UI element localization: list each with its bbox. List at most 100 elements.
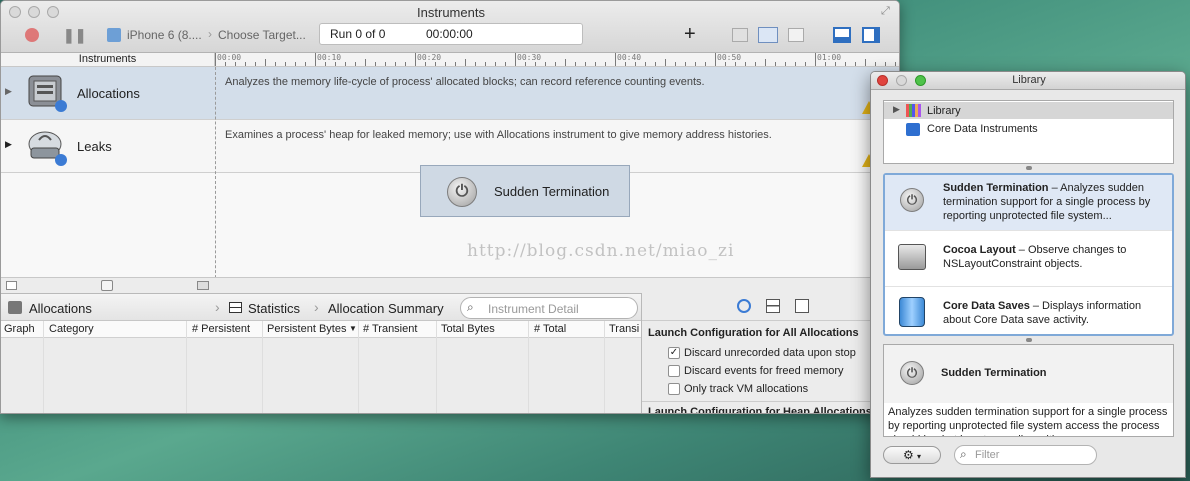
timeline-ruler[interactable]: 00:00 00:10 00:20 00:30 00:40 00:50 01:00 — [215, 53, 899, 67]
detail-view-icon[interactable] — [788, 28, 804, 42]
ruler-tick — [465, 59, 466, 66]
splitter-handle[interactable] — [1026, 338, 1032, 342]
disclosure-triangle-icon[interactable]: ▶ — [893, 104, 900, 115]
statistics-table-header: Graph Category # Persistent Persistent B… — [1, 321, 641, 338]
track-scale-slider[interactable] — [101, 280, 113, 291]
ruler-tick — [795, 62, 796, 66]
ruler-tick — [485, 62, 486, 66]
column-persistent-bytes[interactable]: Persistent Bytes — [267, 323, 346, 335]
column-graph[interactable]: Graph — [4, 323, 35, 335]
instrument-detail: ⏻ Sudden Termination Analyzes sudden ter… — [883, 344, 1174, 437]
target-selector[interactable]: Choose Target... — [218, 28, 306, 42]
column-total-bytes[interactable]: Total Bytes — [441, 323, 495, 335]
ruler-tick — [395, 62, 396, 66]
list-view-icon[interactable] — [758, 27, 778, 43]
option-checkbox[interactable]: ✓ — [668, 347, 680, 359]
column-transient[interactable]: # Transient — [363, 323, 417, 335]
disclosure-triangle-icon[interactable]: ▶ — [5, 139, 12, 150]
config-section-title: Launch Configuration for All Allocations — [648, 327, 859, 339]
graph-style-icon[interactable] — [6, 281, 17, 290]
gear-menu-button[interactable]: ⚙ ▾ — [883, 446, 941, 464]
record-button[interactable] — [25, 28, 39, 42]
path-view[interactable]: Statistics — [248, 301, 300, 316]
divider — [642, 401, 899, 402]
ruler-tick — [735, 62, 736, 66]
ruler-tick — [215, 53, 216, 66]
drag-placeholder[interactable]: ⏻ Sudden Termination — [420, 165, 630, 217]
path-chevron-icon: › — [314, 299, 319, 315]
ruler-tick — [445, 62, 446, 66]
ruler-tick-label: 00:10 — [317, 53, 342, 62]
path-summary[interactable]: Allocation Summary — [328, 301, 444, 316]
library-tree: ▶ Library Core Data Instruments — [883, 100, 1174, 164]
option-checkbox[interactable] — [668, 383, 680, 395]
column-persistent[interactable]: # Persistent — [192, 323, 250, 335]
ruler-tick — [515, 53, 516, 66]
ruler-tick — [335, 62, 336, 66]
path-instrument[interactable]: Allocations — [29, 301, 92, 316]
library-window: Library ▶ Library Core Data Instruments … — [870, 71, 1186, 478]
column-total[interactable]: # Total — [534, 323, 566, 335]
elapsed-time: 00:00:00 — [426, 27, 473, 41]
ruler-tick — [885, 62, 886, 66]
cocoa-layout-icon — [898, 244, 926, 270]
ruler-tick — [265, 59, 266, 66]
view-mode-icon[interactable] — [732, 28, 748, 42]
ruler-tick — [865, 59, 866, 66]
instrument-detail-search[interactable]: ⌕ Instrument Detail — [460, 297, 638, 319]
track-controls-strip — [1, 277, 899, 293]
detail-path-bar: Allocations › Statistics › Allocation Su… — [1, 293, 641, 321]
ruler-tick — [495, 62, 496, 66]
gear-icon: ⚙ — [902, 448, 914, 462]
column-divider — [186, 321, 187, 413]
path-chevron-icon: › — [208, 27, 212, 41]
path-chevron-icon: › — [215, 299, 220, 315]
tree-label: Library — [927, 105, 961, 117]
display-settings-icon[interactable] — [766, 299, 780, 313]
ruler-tick — [375, 62, 376, 66]
library-item-cocoa-layout[interactable]: Cocoa Layout – Observe changes to NSLayo… — [885, 231, 1172, 287]
config-section-title: Launch Configuration for Heap Allocation… — [648, 406, 872, 414]
ruler-tick — [695, 62, 696, 66]
ruler-tick — [505, 62, 506, 66]
extended-detail-icon[interactable] — [795, 299, 809, 313]
ruler-tick — [295, 62, 296, 66]
instrument-name: Leaks — [77, 139, 112, 154]
toggle-bottom-panel-icon[interactable] — [833, 27, 851, 43]
ruler-tick — [235, 62, 236, 66]
power-icon: ⏻ — [900, 361, 924, 385]
column-category[interactable]: Category — [49, 323, 94, 335]
column-transient-bytes[interactable]: Transi — [609, 323, 639, 335]
add-instrument-button[interactable]: + — [684, 23, 696, 46]
tree-item-library[interactable]: ▶ Library — [884, 102, 1173, 119]
option-checkbox[interactable] — [668, 365, 680, 377]
track-resize-icon[interactable] — [197, 281, 209, 290]
instruments-window: Instruments ⤢ ❚❚ iPhone 6 (8.... › Choos… — [0, 0, 900, 414]
library-title-bar: Library — [871, 72, 1185, 90]
library-item-text: Sudden Termination – Analyzes sudden ter… — [943, 181, 1169, 223]
ruler-tick-label: 00:20 — [417, 53, 442, 62]
library-title: Library — [1012, 74, 1046, 86]
window-title: Instruments — [417, 5, 485, 20]
ruler-tick — [855, 62, 856, 66]
library-filter-search[interactable]: ⌕ Filter — [954, 445, 1097, 465]
record-settings-icon[interactable] — [737, 299, 751, 313]
ruler-tick — [475, 62, 476, 66]
pause-button[interactable]: ❚❚ — [63, 27, 86, 44]
ruler-tick — [835, 62, 836, 66]
fullscreen-icon[interactable]: ⤢ — [881, 5, 890, 18]
ruler-tick — [845, 62, 846, 66]
column-divider — [528, 321, 529, 413]
ruler-tick — [775, 62, 776, 66]
instrument-description: Analyzes the memory life-cycle of proces… — [225, 76, 705, 88]
device-selector[interactable]: iPhone 6 (8.... — [127, 28, 202, 42]
instrument-row-allocations[interactable]: ▶ Allocations Analyzes the memory life-c… — [1, 67, 899, 120]
library-item-core-data-saves[interactable]: Core Data Saves – Displays information a… — [885, 287, 1172, 336]
splitter-handle[interactable] — [1026, 166, 1032, 170]
disclosure-triangle-icon[interactable]: ▶ — [5, 86, 12, 97]
search-icon: ⌕ — [960, 447, 967, 461]
library-item-sudden-termination[interactable]: ⏻ Sudden Termination – Analyzes sudden t… — [885, 175, 1172, 231]
toggle-right-panel-icon[interactable] — [862, 27, 880, 43]
ruler-tick — [715, 53, 716, 66]
tree-item-core-data[interactable]: Core Data Instruments — [884, 121, 1173, 138]
